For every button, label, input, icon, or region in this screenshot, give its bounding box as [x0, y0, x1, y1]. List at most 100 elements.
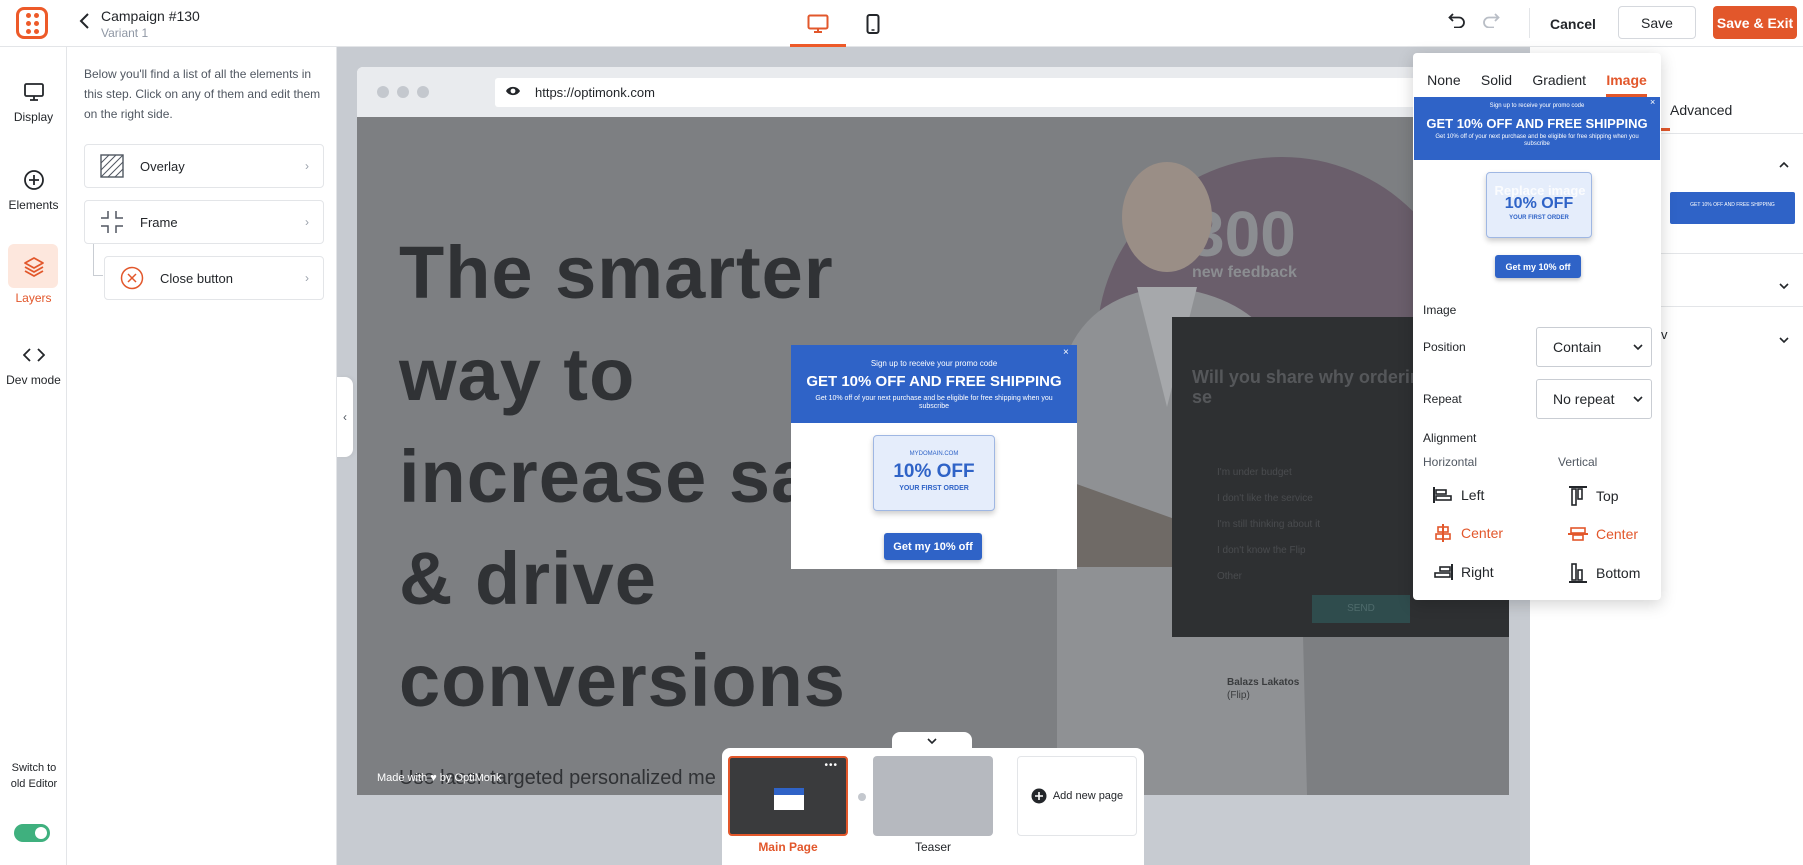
tab-solid[interactable]: Solid: [1481, 72, 1512, 97]
align-top-icon: [1569, 486, 1587, 506]
align-left-button[interactable]: Left: [1433, 486, 1484, 504]
chevron-down-icon[interactable]: [1778, 333, 1790, 347]
chevron-up-icon[interactable]: [1778, 158, 1790, 172]
thumb-headline: GET 10% OFF AND FREE SHIPPING: [1690, 202, 1775, 208]
chevron-right-icon: ›: [305, 159, 309, 173]
survey-option: I'm under budget: [1217, 467, 1292, 478]
frame-icon: [100, 210, 124, 234]
rail-item-layers[interactable]: Layers: [0, 255, 67, 305]
survey-option: I'm still thinking about it: [1217, 519, 1321, 530]
chevron-down-icon[interactable]: [1778, 279, 1790, 293]
align-vertical-center-button[interactable]: Center: [1568, 524, 1638, 544]
add-new-page-button[interactable]: Add new page: [1017, 756, 1137, 836]
preview-close-icon: ×: [1650, 97, 1656, 107]
rail-item-elements[interactable]: Elements: [0, 168, 67, 212]
background-image-thumbnail[interactable]: GET 10% OFF AND FREE SHIPPING: [1670, 192, 1795, 224]
desktop-view-button[interactable]: [790, 8, 846, 47]
top-bar: Campaign #130 Variant 1 Cancel Save Save…: [0, 0, 1803, 47]
survey-send-button: SEND: [1312, 595, 1410, 623]
align-label: Bottom: [1596, 565, 1641, 581]
rail-item-label: Dev mode: [6, 373, 61, 387]
coupon-first-order: YOUR FIRST ORDER: [899, 485, 969, 492]
align-top-button[interactable]: Top: [1568, 486, 1619, 506]
page-label-teaser: Teaser: [914, 840, 952, 854]
image-preview[interactable]: Sign up to receive your promo code GET 1…: [1414, 97, 1660, 282]
more-icon[interactable]: •••: [824, 760, 838, 771]
rail-item-dev-mode[interactable]: Dev mode: [0, 343, 67, 387]
align-bottom-button[interactable]: Bottom: [1568, 563, 1640, 583]
optimonk-logo[interactable]: [16, 7, 48, 39]
popup-header: Sign up to receive your promo code GET 1…: [791, 345, 1077, 423]
save-button[interactable]: Save: [1618, 6, 1696, 39]
mobile-view-button[interactable]: [860, 8, 886, 38]
preview-cta: Get my 10% off: [1495, 255, 1581, 278]
pages-strip: ••• Main Page Teaser Add new page: [722, 748, 1144, 865]
vertical-label: Vertical: [1558, 455, 1598, 469]
undo-icon[interactable]: [1448, 12, 1466, 33]
url-bar: https://optimonk.com: [495, 78, 1505, 107]
preview-coupon: Replace image 10% OFF YOUR FIRST ORDER: [1486, 172, 1592, 238]
toolbar-divider: [1529, 8, 1530, 38]
popup-preview[interactable]: Sign up to receive your promo code GET 1…: [791, 345, 1077, 569]
page-thumb-main[interactable]: •••: [728, 756, 848, 836]
tab-image[interactable]: Image: [1606, 72, 1647, 97]
position-label: Position: [1423, 340, 1466, 354]
position-select[interactable]: Contain: [1536, 327, 1652, 367]
align-right-button[interactable]: Right: [1433, 563, 1494, 581]
campaign-title[interactable]: Campaign #130: [101, 8, 200, 24]
align-center-vertical-icon: [1568, 527, 1588, 541]
back-arrow-icon[interactable]: [78, 12, 92, 35]
rail-item-label: Elements: [8, 198, 59, 212]
popup-small-text: Sign up to receive your promo code: [870, 359, 998, 368]
repeat-value: No repeat: [1553, 391, 1615, 407]
repeat-select[interactable]: No repeat: [1536, 379, 1652, 419]
window-dot: [417, 86, 429, 98]
replace-image-overlay[interactable]: Replace image: [1481, 183, 1599, 198]
switch-old-editor-toggle[interactable]: [14, 824, 50, 842]
url-text: https://optimonk.com: [535, 85, 655, 100]
layer-tree-connector: [93, 244, 103, 276]
chevron-right-icon: ›: [305, 271, 309, 285]
popup-close-icon[interactable]: ×: [1063, 347, 1069, 358]
collapse-panel-button[interactable]: ‹: [337, 377, 353, 457]
layer-item-overlay[interactable]: Overlay ›: [84, 144, 324, 188]
preview-fine-print: Get 10% off of your next purchase and be…: [1435, 134, 1639, 147]
align-center-horizontal-icon: [1435, 524, 1451, 542]
align-left-icon: [1433, 487, 1452, 503]
hero-line: way to: [399, 333, 636, 416]
background-popover: None Solid Gradient Image Sign up to rec…: [1413, 53, 1661, 600]
layers-description: Below you'll find a list of all the elem…: [84, 67, 321, 121]
tab-gradient[interactable]: Gradient: [1532, 72, 1586, 97]
align-horizontal-center-button[interactable]: Center: [1433, 524, 1503, 542]
tab-advanced[interactable]: Advanced: [1670, 102, 1732, 118]
alignment-section-label: Alignment: [1423, 431, 1477, 445]
chevron-right-icon: ›: [305, 215, 309, 229]
image-section-label: Image: [1423, 303, 1457, 317]
plus-circle-icon: [22, 168, 46, 192]
popup-headline: GET 10% OFF AND FREE SHIPPING: [806, 373, 1062, 390]
tab-none[interactable]: None: [1427, 72, 1460, 97]
coupon-percent: 10% OFF: [893, 461, 975, 482]
hero-line: The smarter: [399, 231, 834, 314]
survey-option: I don't like the service: [1217, 493, 1313, 504]
layer-item-frame[interactable]: Frame ›: [84, 200, 324, 244]
page-connector-dot: [858, 793, 866, 801]
rail-item-display[interactable]: Display: [0, 80, 67, 124]
layer-label: Overlay: [140, 158, 185, 174]
thumb-popup: [774, 788, 804, 810]
page-label-main: Main Page: [758, 840, 818, 854]
position-value: Contain: [1553, 339, 1602, 355]
cancel-button[interactable]: Cancel: [1548, 10, 1598, 38]
hero-headline: The smarter way to increase sa & drive c…: [399, 222, 846, 732]
coupon-domain: MYDOMAIN.COM: [909, 451, 959, 457]
preview-popup-header: Sign up to receive your promo code GET 1…: [1414, 97, 1660, 160]
preview-coupon-first: YOUR FIRST ORDER: [1509, 215, 1569, 221]
layer-item-close-button[interactable]: Close button ›: [104, 256, 324, 300]
survey-option: Other: [1217, 571, 1243, 582]
page-thumb-teaser[interactable]: [873, 756, 993, 836]
popup-cta-button[interactable]: Get my 10% off: [884, 533, 982, 560]
save-and-exit-button[interactable]: Save & Exit: [1713, 6, 1797, 39]
signature-name: Balazs Lakatos: [1227, 677, 1300, 688]
align-label: Right: [1461, 564, 1494, 580]
redo-icon[interactable]: [1482, 12, 1500, 33]
